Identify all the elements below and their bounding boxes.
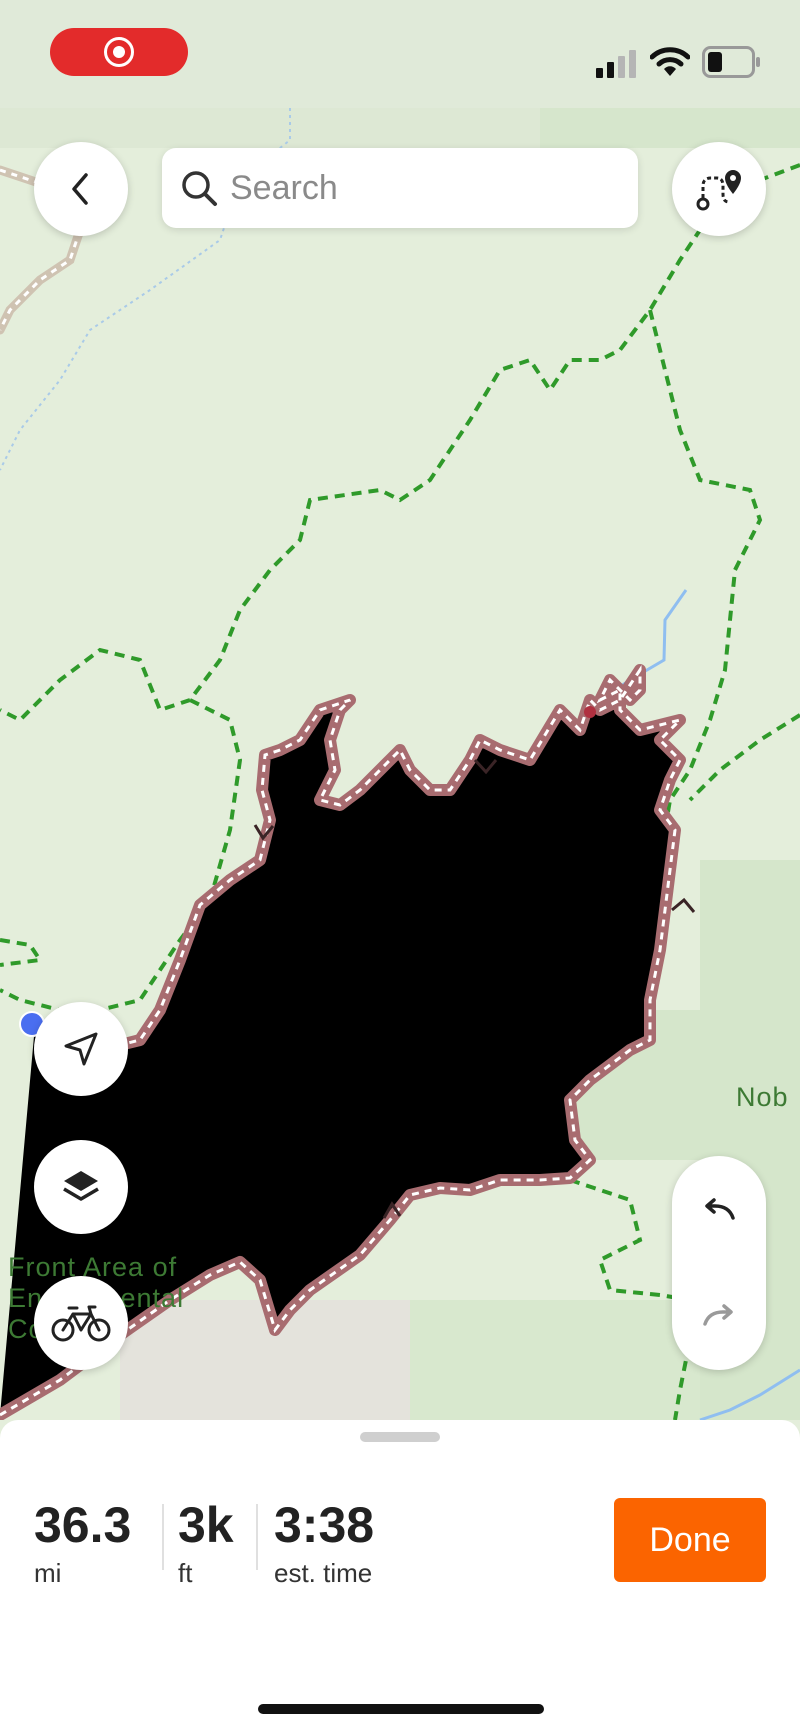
stat-divider (162, 1504, 164, 1570)
route-planner-button[interactable] (672, 142, 766, 236)
elevation-stat: 3k ft (178, 1497, 234, 1588)
locate-me-button[interactable] (34, 1002, 128, 1096)
back-icon (72, 173, 88, 205)
redo-button[interactable] (672, 1282, 766, 1352)
wifi-icon (650, 47, 690, 76)
cellular-signal-icon (596, 50, 636, 78)
locate-icon (64, 1032, 98, 1066)
route-planner-icon (696, 170, 741, 211)
battery-icon (702, 46, 760, 78)
search-bar[interactable] (162, 148, 638, 228)
sheet-drag-handle[interactable] (360, 1432, 440, 1442)
record-icon (104, 37, 134, 67)
map-layers-button[interactable] (34, 1140, 128, 1234)
sport-type-button[interactable] (34, 1276, 128, 1370)
search-icon (182, 171, 217, 206)
undo-icon (705, 1198, 735, 1220)
back-button[interactable] (34, 142, 128, 236)
done-button[interactable]: Done (614, 1498, 766, 1582)
stat-divider (256, 1504, 258, 1570)
status-bar (0, 0, 800, 108)
undo-redo-control (672, 1156, 766, 1370)
map-label-nob: Nob (736, 1082, 789, 1112)
undo-button[interactable] (672, 1176, 766, 1246)
screen-recording-indicator[interactable] (50, 28, 188, 76)
distance-stat: 36.3 mi (34, 1497, 132, 1588)
redo-icon (703, 1304, 733, 1326)
bike-icon (51, 1305, 111, 1342)
search-input[interactable] (228, 167, 612, 209)
estimated-time-stat: 3:38 est. time (274, 1497, 375, 1588)
home-indicator[interactable] (258, 1704, 544, 1714)
layers-icon (63, 1171, 99, 1201)
